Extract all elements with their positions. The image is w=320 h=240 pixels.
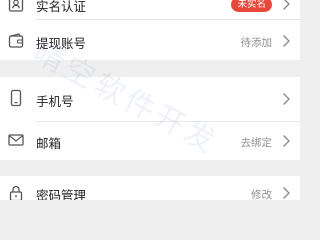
email-label: 邮箱: [36, 136, 62, 151]
chevron-right-icon: [282, 92, 291, 106]
identity-group: 实名认证 未实名 提现账号 待添加: [0, 0, 300, 60]
real-name-status-badge: 未实名: [231, 0, 272, 12]
lock-icon: [7, 184, 25, 200]
phone-icon: [7, 89, 25, 107]
contact-group: 手机号 邮箱 去绑定: [0, 77, 300, 160]
chevron-right-icon: [282, 186, 291, 200]
withdraw-account-row[interactable]: 提现账号 待添加: [0, 26, 300, 56]
real-name-label: 实名认证: [36, 0, 87, 14]
phone-row[interactable]: 手机号: [0, 77, 300, 121]
chevron-right-icon: [282, 34, 291, 48]
mail-icon: [7, 131, 25, 149]
password-group: 密码管理 修改: [0, 176, 300, 200]
password-status: 修改: [251, 189, 272, 200]
withdraw-account-status: 待添加: [240, 37, 273, 49]
id-card-icon: [7, 0, 25, 13]
chevron-right-icon: [282, 134, 291, 148]
wallet-icon: [7, 32, 25, 50]
real-name-row[interactable]: 实名认证 未实名: [0, 0, 300, 17]
phone-label: 手机号: [36, 94, 74, 109]
account-security-page: 实名认证 未实名 提现账号 待添加 手机号 邮箱 去绑定 密码管理 修改: [0, 0, 300, 200]
password-label: 密码管理: [36, 188, 87, 200]
withdraw-account-label: 提现账号: [36, 36, 87, 51]
chevron-right-icon: [282, 0, 291, 11]
email-status: 去绑定: [240, 137, 273, 149]
email-row[interactable]: 邮箱 去绑定: [0, 122, 300, 160]
password-row[interactable]: 密码管理 修改: [0, 176, 300, 200]
divider: [36, 19, 300, 20]
